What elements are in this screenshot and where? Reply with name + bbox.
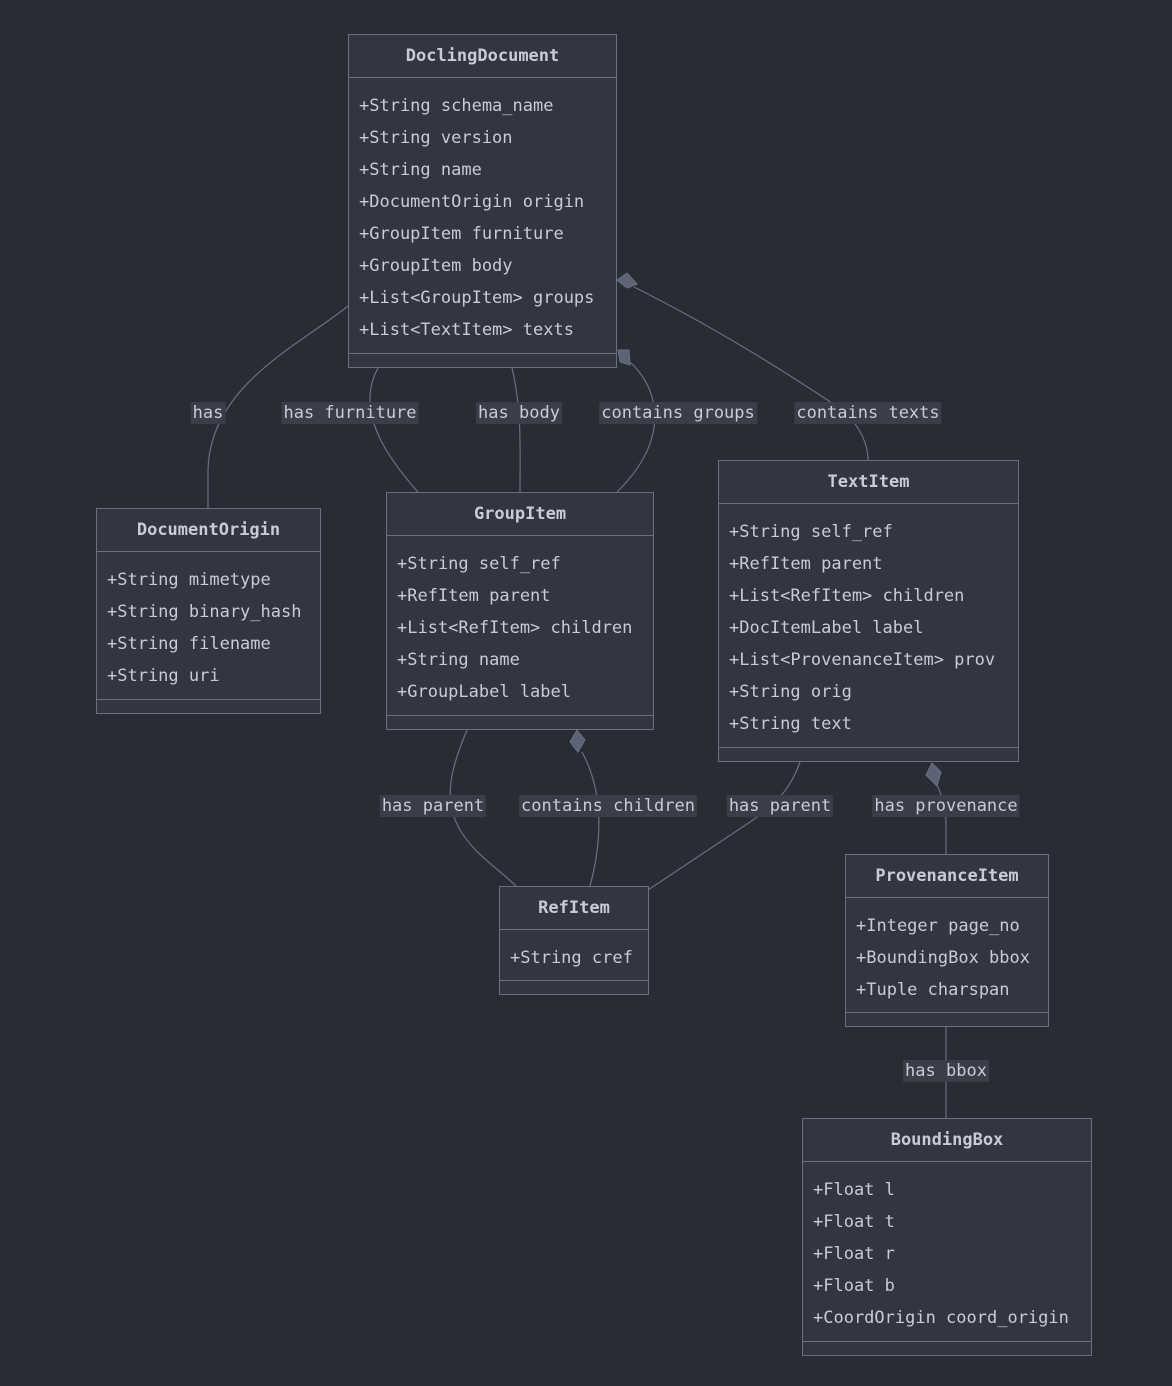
attribute: +BoundingBox bbox xyxy=(856,948,1030,968)
class-text-item: TextItem +String self_ref +RefItem paren… xyxy=(718,460,1019,762)
method-separator xyxy=(387,715,653,716)
attribute: +List<RefItem> children xyxy=(729,586,965,606)
class-title: RefItem xyxy=(500,887,648,930)
class-title: TextItem xyxy=(719,461,1018,504)
attribute: +String name xyxy=(359,160,482,180)
method-separator xyxy=(349,353,616,354)
class-ref-item: RefItem +String cref xyxy=(499,886,649,995)
class-docling-document: DoclingDocument +String schema_name +Str… xyxy=(348,34,617,368)
attribute: +List<ProvenanceItem> prov xyxy=(729,650,996,670)
attribute-list: +String cref xyxy=(500,930,648,986)
method-separator xyxy=(500,980,648,981)
attribute: +Float l xyxy=(813,1180,895,1200)
attribute: +DocItemLabel label xyxy=(729,618,924,638)
attribute: +String cref xyxy=(510,948,633,968)
edge-groups-diamond xyxy=(617,349,631,366)
attribute: +String text xyxy=(729,714,852,734)
edge-texts-diamond xyxy=(616,272,638,289)
attribute: +String orig xyxy=(729,682,852,702)
class-title: BoundingBox xyxy=(803,1119,1091,1162)
attribute-list: +String schema_name +String version +Str… xyxy=(349,78,616,358)
attribute: +String name xyxy=(397,650,520,670)
edge-group-children-diamond xyxy=(569,729,586,753)
attribute: +Tuple charspan xyxy=(856,980,1010,1000)
attribute-list: +String mimetype +String binary_hash +St… xyxy=(97,552,320,704)
attribute: +GroupItem body xyxy=(359,256,513,276)
method-separator xyxy=(97,699,320,700)
class-title: GroupItem xyxy=(387,493,653,536)
attribute: +String self_ref xyxy=(397,554,561,574)
edge-label-contains-texts: contains texts xyxy=(794,402,942,424)
attribute: +GroupLabel label xyxy=(397,682,571,702)
attribute: +Float b xyxy=(813,1276,895,1296)
attribute: +List<RefItem> children xyxy=(397,618,633,638)
attribute-list: +Integer page_no +BoundingBox bbox +Tupl… xyxy=(846,898,1048,1018)
attribute-list: +Float l +Float t +Float r +Float b +Coo… xyxy=(803,1162,1091,1346)
attribute: +CoordOrigin coord_origin xyxy=(813,1308,1069,1328)
attribute: +String binary_hash xyxy=(107,602,302,622)
edge-label-text-has-parent: has parent xyxy=(726,795,834,817)
attribute: +String filename xyxy=(107,634,271,654)
class-title: ProvenanceItem xyxy=(846,855,1048,898)
edge-body xyxy=(511,367,521,493)
attribute: +List<TextItem> texts xyxy=(359,320,574,340)
attribute: +String schema_name xyxy=(359,96,554,116)
class-diagram: DoclingDocument +String schema_name +Str… xyxy=(0,0,1172,1386)
class-title: DocumentOrigin xyxy=(97,509,320,552)
attribute: +RefItem parent xyxy=(397,586,551,606)
edge-label-has-provenance: has provenance xyxy=(872,795,1020,817)
attribute: +Float t xyxy=(813,1212,895,1232)
attribute-list: +String self_ref +RefItem parent +List<R… xyxy=(719,504,1018,752)
class-provenance-item: ProvenanceItem +Integer page_no +Boundin… xyxy=(845,854,1049,1027)
class-document-origin: DocumentOrigin +String mimetype +String … xyxy=(96,508,321,714)
attribute: +String version xyxy=(359,128,513,148)
edge-label-contains-groups: contains groups xyxy=(599,402,757,424)
edge-label-has-bbox: has bbox xyxy=(903,1060,989,1082)
edge-text-parent xyxy=(647,761,801,891)
edge-furniture xyxy=(369,367,419,493)
method-separator xyxy=(719,747,1018,748)
edge-groups xyxy=(616,361,656,493)
attribute: +String self_ref xyxy=(729,522,893,542)
attribute-list: +String self_ref +RefItem parent +List<R… xyxy=(387,536,653,720)
class-bounding-box: BoundingBox +Float l +Float t +Float r +… xyxy=(802,1118,1092,1356)
attribute: +Float r xyxy=(813,1244,895,1264)
edge-group-children xyxy=(581,751,600,887)
class-title: DoclingDocument xyxy=(349,35,616,78)
edge-label-has: has xyxy=(190,402,226,424)
attribute: +DocumentOrigin origin xyxy=(359,192,585,212)
edge-label-contains-children: contains children xyxy=(519,795,697,817)
attribute: +List<GroupItem> groups xyxy=(359,288,595,308)
method-separator xyxy=(803,1341,1091,1342)
attribute: +String mimetype xyxy=(107,570,271,590)
attribute: +GroupItem furniture xyxy=(359,224,564,244)
edge-label-has-body: has body xyxy=(476,402,562,424)
edge-label-group-has-parent: has parent xyxy=(379,795,487,817)
attribute: +RefItem parent xyxy=(729,554,883,574)
method-separator xyxy=(846,1012,1048,1013)
edge-text-prov-diamond xyxy=(925,762,942,787)
attribute: +String uri xyxy=(107,666,220,686)
edge-label-has-furniture: has furniture xyxy=(281,402,419,424)
class-group-item: GroupItem +String self_ref +RefItem pare… xyxy=(386,492,654,730)
edge-texts xyxy=(633,286,869,461)
attribute: +Integer page_no xyxy=(856,916,1020,936)
